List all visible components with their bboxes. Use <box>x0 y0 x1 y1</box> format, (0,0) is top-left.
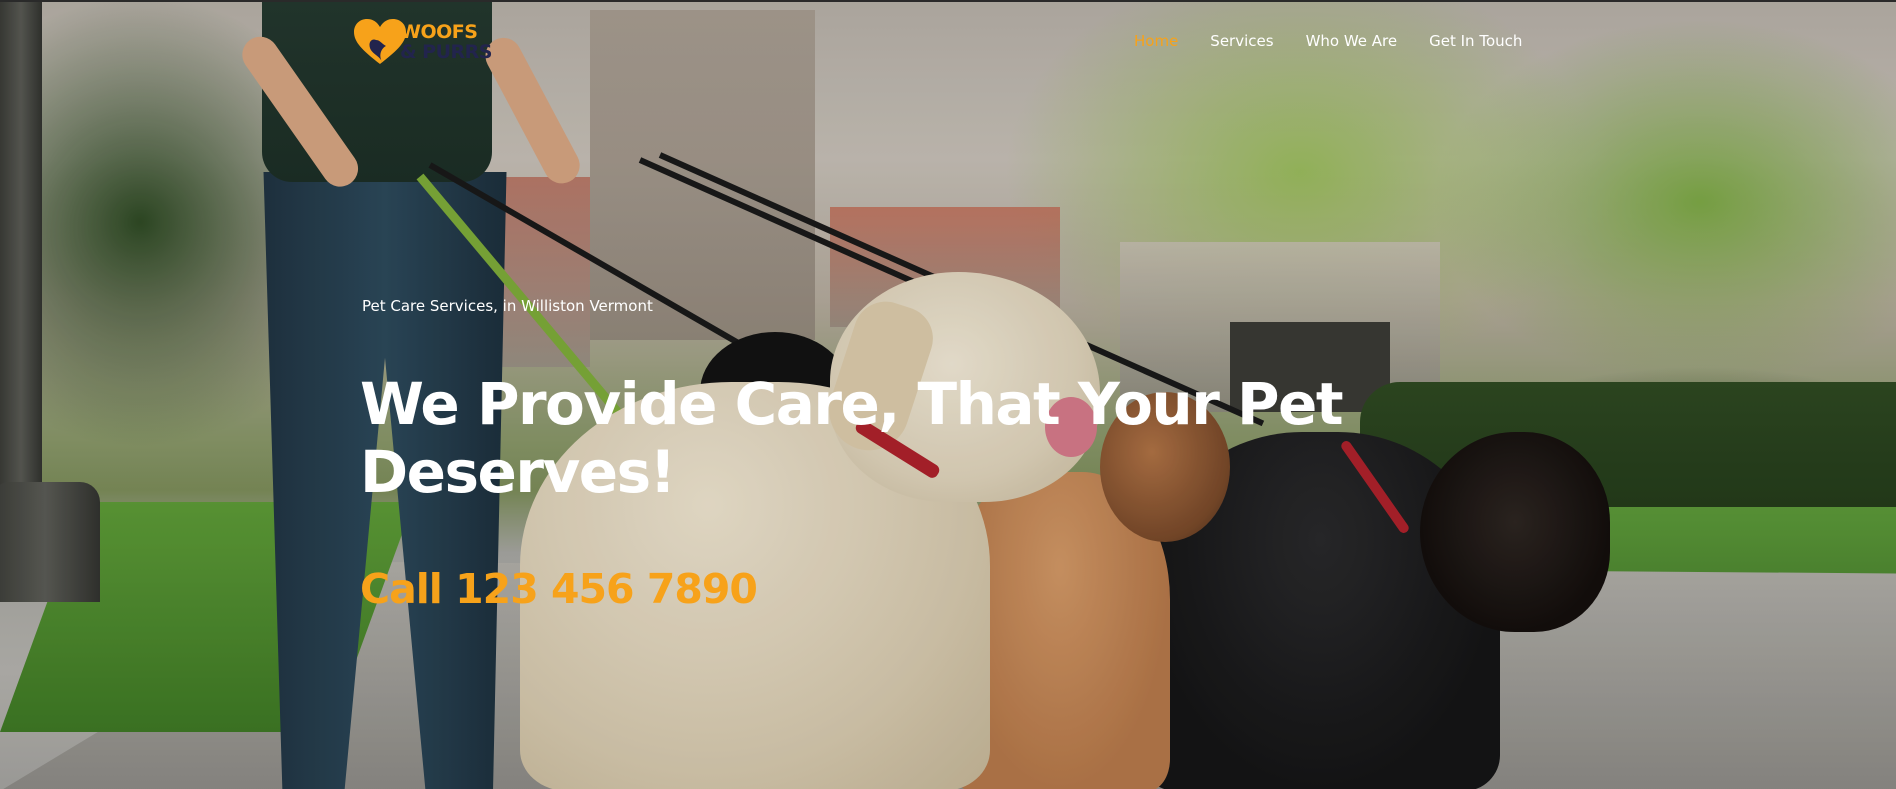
hero-headline: We Provide Care, That Your Pet Deserves! <box>360 370 1344 506</box>
site-logo[interactable]: WOOFS & PURRS <box>352 18 492 66</box>
logo-text-purrs: & PURRS <box>400 41 492 63</box>
hero-phone-cta[interactable]: Call 123 456 7890 <box>360 565 758 613</box>
hero-eyebrow: Pet Care Services, in Williston Vermont <box>362 297 653 315</box>
nav-item-home[interactable]: Home <box>1134 32 1178 50</box>
hero-section: WOOFS & PURRS Home Services Who We Are G… <box>0 0 1896 789</box>
main-nav: Home Services Who We Are Get In Touch <box>1134 32 1522 50</box>
heart-pet-icon <box>352 18 408 66</box>
nav-item-get-in-touch[interactable]: Get In Touch <box>1429 32 1522 50</box>
nav-item-services[interactable]: Services <box>1210 32 1273 50</box>
logo-text-woofs: WOOFS <box>400 21 478 43</box>
nav-item-who-we-are[interactable]: Who We Are <box>1306 32 1398 50</box>
